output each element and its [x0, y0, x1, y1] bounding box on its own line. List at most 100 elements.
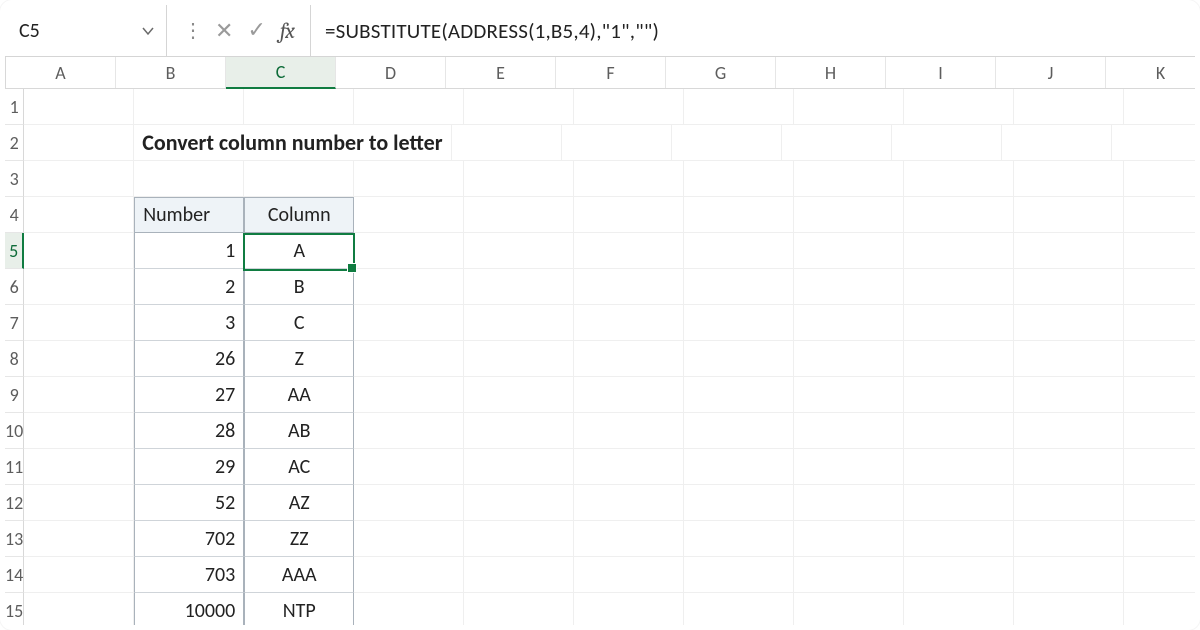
cell-K10[interactable]: .	[1124, 413, 1200, 449]
cell-E12[interactable]: .	[464, 485, 574, 521]
cell-J9[interactable]: .	[1014, 377, 1124, 413]
cell-G12[interactable]: .	[684, 485, 794, 521]
row-head-10[interactable]: 10	[5, 413, 24, 449]
cell-I11[interactable]: .	[904, 449, 1014, 485]
cell-A7[interactable]: .	[24, 305, 134, 341]
cell-H7[interactable]: .	[794, 305, 904, 341]
cell-G9[interactable]: .	[684, 377, 794, 413]
cell-G2[interactable]: .	[892, 125, 1002, 161]
table-cell-column[interactable]: AAA	[244, 557, 354, 593]
col-head-F[interactable]: F	[556, 57, 666, 88]
table-header-number[interactable]: Number	[134, 197, 244, 233]
accept-formula-icon[interactable]: ✓	[247, 16, 265, 43]
cell-H2[interactable]: .	[1002, 125, 1112, 161]
table-cell-number[interactable]: 3	[134, 305, 244, 341]
row-head-11[interactable]: 11	[5, 449, 24, 485]
cell-J6[interactable]: .	[1014, 269, 1124, 305]
row-head-3[interactable]: 3	[5, 161, 24, 197]
cell-A3[interactable]: .	[24, 161, 134, 197]
cell-F4[interactable]: .	[574, 197, 684, 233]
table-cell-number[interactable]: 2	[134, 269, 244, 305]
cell-D5[interactable]: .	[354, 233, 464, 269]
cell-F1[interactable]: .	[574, 89, 684, 125]
cell-F12[interactable]: .	[574, 485, 684, 521]
table-cell-column[interactable]: ZZ	[244, 521, 354, 557]
row-head-6[interactable]: 6	[5, 269, 24, 305]
cell-J4[interactable]: .	[1014, 197, 1124, 233]
cell-I15[interactable]: .	[904, 593, 1014, 629]
cell-G6[interactable]: .	[684, 269, 794, 305]
cells-area[interactable]: ........... .Convert column number to le…	[24, 89, 1200, 629]
cell-K11[interactable]: .	[1124, 449, 1200, 485]
cell-H4[interactable]: .	[794, 197, 904, 233]
table-cell-number[interactable]: 29	[134, 449, 244, 485]
cell-A9[interactable]: .	[24, 377, 134, 413]
cell-H1[interactable]: .	[794, 89, 904, 125]
page-title[interactable]: Convert column number to letter	[134, 125, 451, 161]
chevron-down-icon[interactable]	[140, 23, 156, 39]
cell-E5[interactable]: .	[464, 233, 574, 269]
cell-E4[interactable]: .	[464, 197, 574, 233]
cell-K15[interactable]: .	[1124, 593, 1200, 629]
table-cell-number[interactable]: 52	[134, 485, 244, 521]
cell-I5[interactable]: .	[904, 233, 1014, 269]
cell-F6[interactable]: .	[574, 269, 684, 305]
cell-I9[interactable]: .	[904, 377, 1014, 413]
cell-J10[interactable]: .	[1014, 413, 1124, 449]
cell-A1[interactable]: .	[24, 89, 134, 125]
cell-J11[interactable]: .	[1014, 449, 1124, 485]
row-head-7[interactable]: 7	[5, 305, 24, 341]
col-head-J[interactable]: J	[996, 57, 1106, 88]
cell-G3[interactable]: .	[684, 161, 794, 197]
cell-H5[interactable]: .	[794, 233, 904, 269]
cell-A8[interactable]: .	[24, 341, 134, 377]
cell-G7[interactable]: .	[684, 305, 794, 341]
cell-A15[interactable]: .	[24, 593, 134, 629]
cell-E1[interactable]: .	[464, 89, 574, 125]
cell-I8[interactable]: .	[904, 341, 1014, 377]
cell-D12[interactable]: .	[354, 485, 464, 521]
cell-D3[interactable]: .	[354, 161, 464, 197]
cell-F2[interactable]: .	[782, 125, 892, 161]
col-head-C[interactable]: C	[226, 57, 336, 89]
cell-D9[interactable]: .	[354, 377, 464, 413]
cell-E2[interactable]: .	[672, 125, 782, 161]
cell-H14[interactable]: .	[794, 557, 904, 593]
col-head-G[interactable]: G	[666, 57, 776, 88]
row-head-5[interactable]: 5	[5, 233, 24, 269]
cell-F10[interactable]: .	[574, 413, 684, 449]
cell-J8[interactable]: .	[1014, 341, 1124, 377]
cell-J3[interactable]: .	[1014, 161, 1124, 197]
row-head-15[interactable]: 15	[5, 593, 24, 629]
table-cell-column[interactable]: AZ	[244, 485, 354, 521]
cell-I6[interactable]: .	[904, 269, 1014, 305]
col-head-H[interactable]: H	[776, 57, 886, 88]
cell-E3[interactable]: .	[464, 161, 574, 197]
row-head-12[interactable]: 12	[5, 485, 24, 521]
col-head-K[interactable]: K	[1106, 57, 1200, 88]
row-head-9[interactable]: 9	[5, 377, 24, 413]
cell-I4[interactable]: .	[904, 197, 1014, 233]
cell-H9[interactable]: .	[794, 377, 904, 413]
cancel-formula-icon[interactable]: ✕	[215, 17, 233, 44]
cell-A5[interactable]: .	[24, 233, 134, 269]
cell-F7[interactable]: .	[574, 305, 684, 341]
cell-G11[interactable]: .	[684, 449, 794, 485]
cell-J5[interactable]: .	[1014, 233, 1124, 269]
cell-D6[interactable]: .	[354, 269, 464, 305]
cell-I7[interactable]: .	[904, 305, 1014, 341]
table-cell-number[interactable]: 26	[134, 341, 244, 377]
cell-D8[interactable]: .	[354, 341, 464, 377]
cell-F9[interactable]: .	[574, 377, 684, 413]
cell-F3[interactable]: .	[574, 161, 684, 197]
name-box[interactable]: C5	[5, 5, 167, 56]
cell-G5[interactable]: .	[684, 233, 794, 269]
table-cell-column[interactable]: AA	[244, 377, 354, 413]
cell-K7[interactable]: .	[1124, 305, 1200, 341]
cell-A10[interactable]: .	[24, 413, 134, 449]
cell-I14[interactable]: .	[904, 557, 1014, 593]
row-head-1[interactable]: 1	[5, 89, 24, 125]
cell-F13[interactable]: .	[574, 521, 684, 557]
cell-G13[interactable]: .	[684, 521, 794, 557]
col-head-B[interactable]: B	[116, 57, 226, 88]
